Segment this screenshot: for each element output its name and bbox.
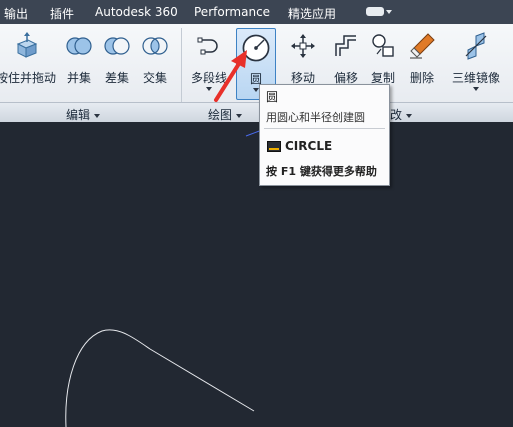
- annotation-arrow-icon: [214, 50, 247, 102]
